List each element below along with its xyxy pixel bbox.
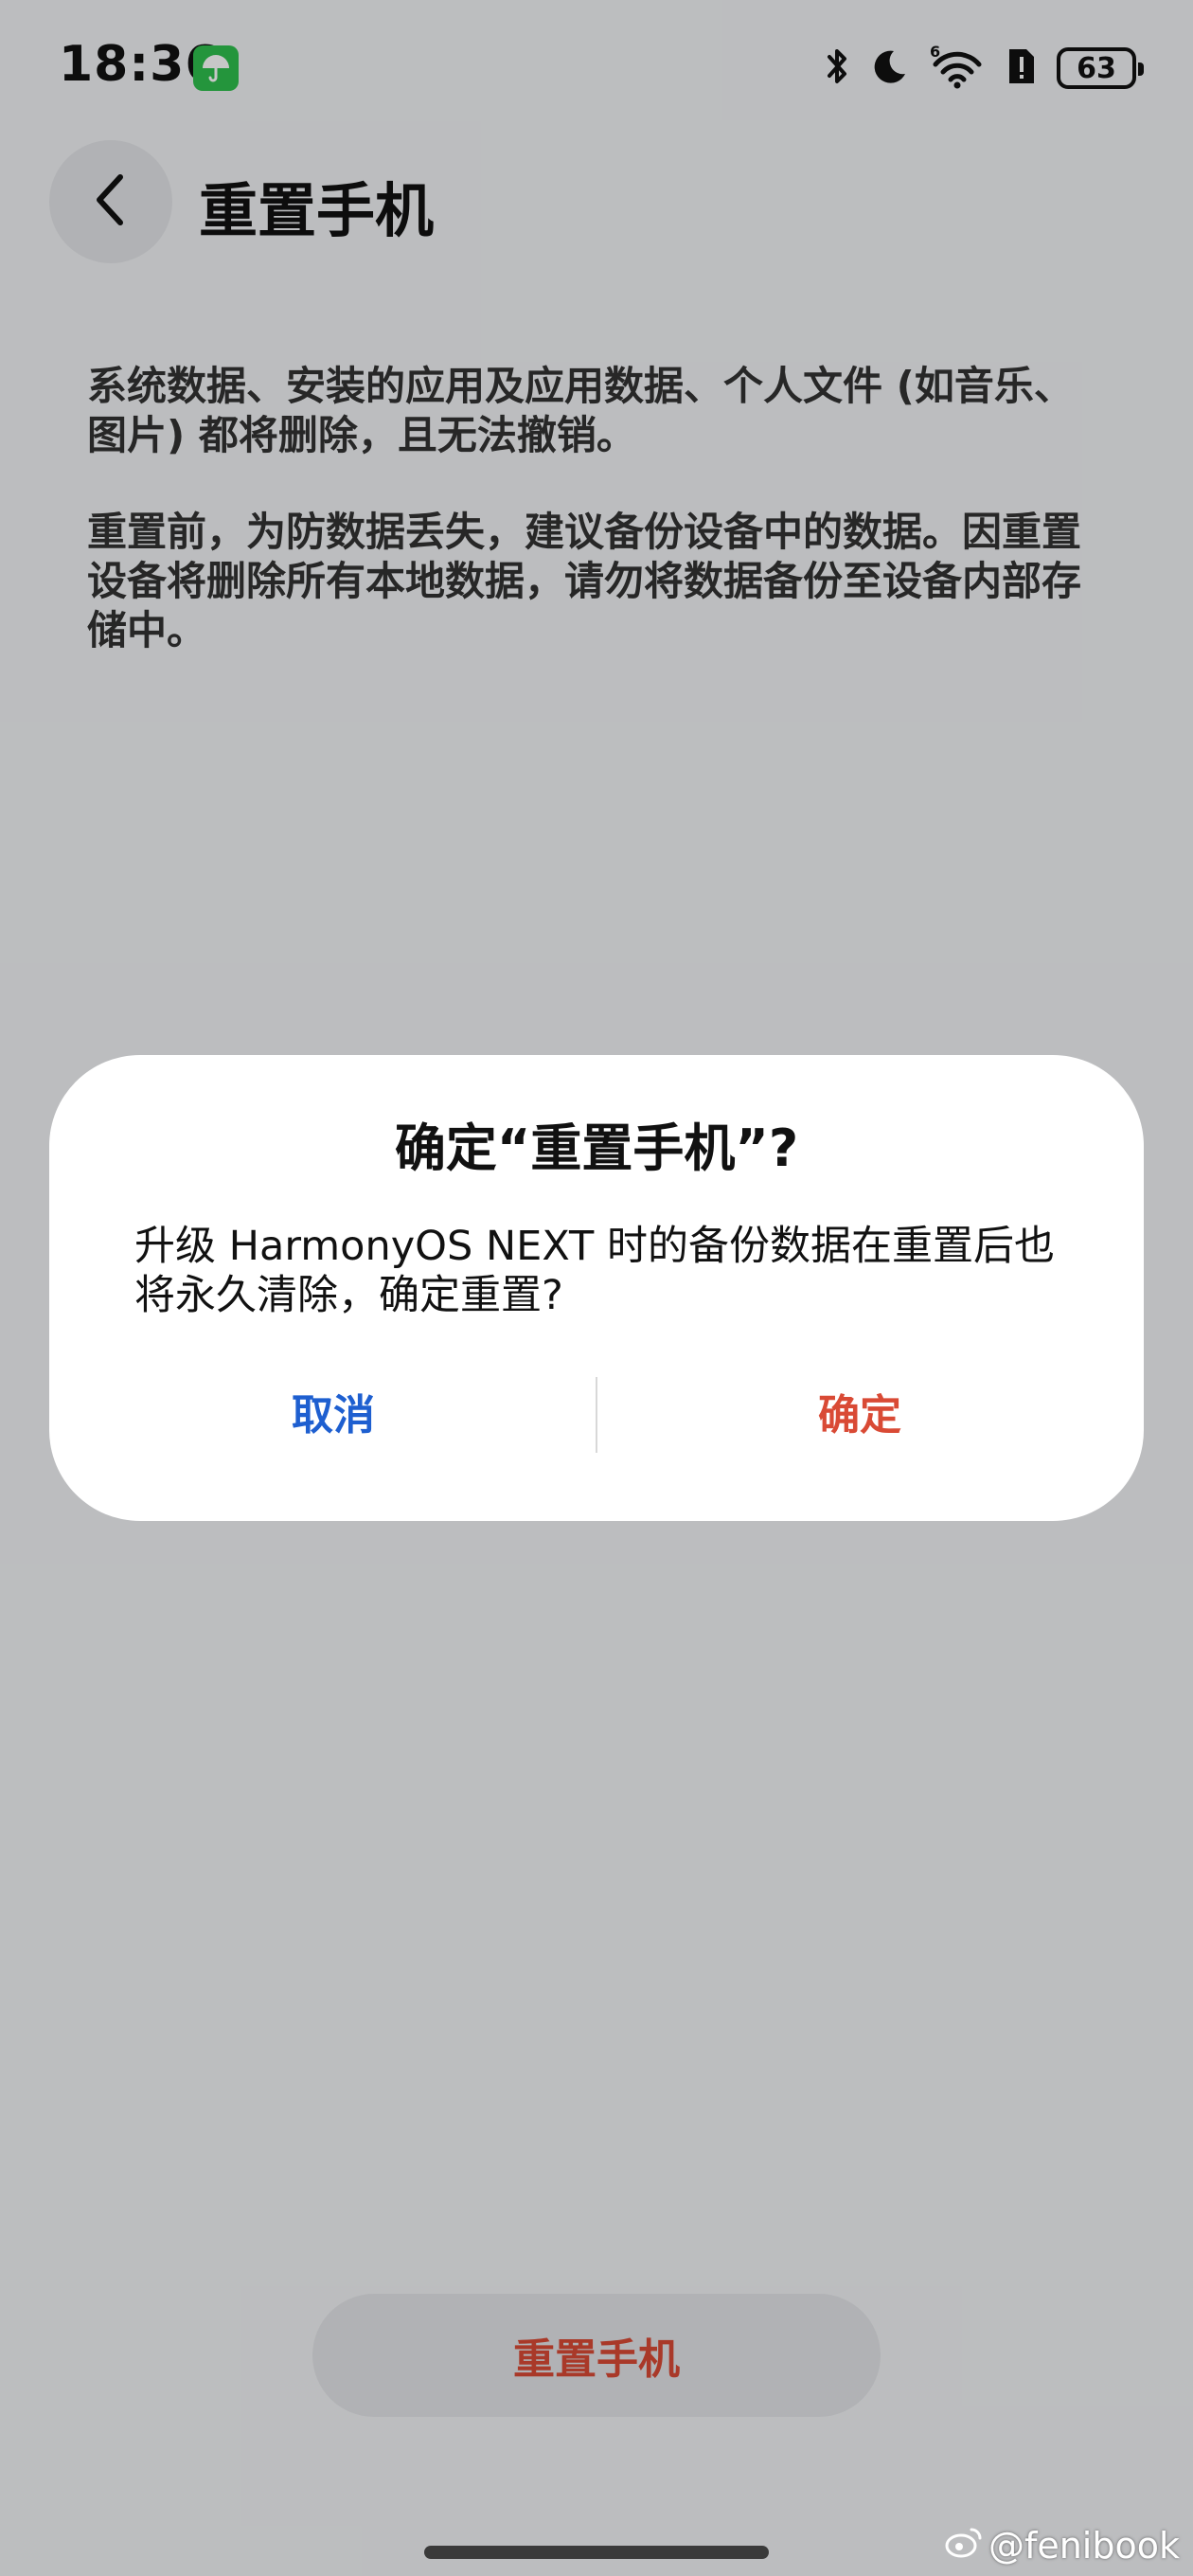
settings-screen: 18:36 6 63 重置手机 系统数据、安装的应用及应用数据、个人文件 (如音…: [0, 0, 1193, 2576]
confirm-button[interactable]: 确定: [632, 1371, 1087, 1451]
dialog-divider: [596, 1377, 597, 1453]
watermark: @fenibook: [945, 2525, 1180, 2567]
home-indicator[interactable]: [424, 2546, 769, 2559]
confirm-reset-dialog: 确定“重置手机”? 升级 HarmonyOS NEXT 时的备份数据在重置后也将…: [49, 1055, 1144, 1521]
dialog-title: 确定“重置手机”?: [394, 1118, 799, 1178]
dialog-message: 升级 HarmonyOS NEXT 时的备份数据在重置后也将永久清除，确定重置?: [134, 1223, 1055, 1319]
weibo-icon: [945, 2525, 983, 2567]
watermark-text: @fenibook: [988, 2525, 1180, 2567]
dialog-actions: 取消 确定: [49, 1371, 1144, 1453]
cancel-button[interactable]: 取消: [106, 1371, 561, 1451]
